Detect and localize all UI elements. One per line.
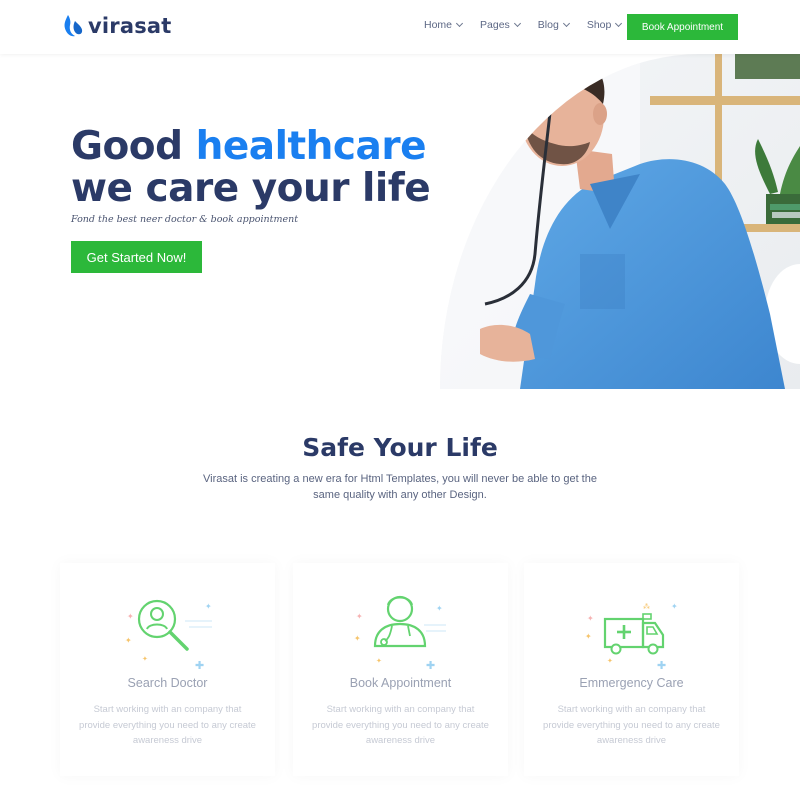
service-card-book-appointment[interactable]: ✦ ✦ ✦ ✚ ✦ Book Appointment Start working…: [293, 563, 508, 776]
card-title: Book Appointment: [349, 676, 452, 690]
svg-text:✦: ✦: [142, 655, 148, 663]
service-card-search-doctor[interactable]: ✦ ✦ ✦ ✚ ✦ Search Doctor Start working wi…: [60, 563, 275, 776]
chevron-down-icon: [513, 19, 521, 28]
svg-text:✚: ✚: [195, 660, 204, 671]
chevron-down-icon: [615, 19, 623, 28]
svg-text:✦: ✦: [354, 634, 361, 643]
service-card-emergency-care[interactable]: ⁂ ✦ ✦ ✦ ✚ ✦ Emmergency Care Start workin…: [524, 563, 739, 776]
card-description: Start working with an company that provi…: [79, 704, 256, 746]
ambulance-icon: ⁂ ✦ ✦ ✦ ✚ ✦: [585, 602, 678, 671]
hero-title-accent: healthcare: [195, 124, 427, 169]
svg-text:⁂: ⁂: [643, 603, 650, 611]
svg-text:✦: ✦: [125, 636, 132, 645]
logo[interactable]: virasat: [62, 13, 172, 39]
svg-text:✦: ✦: [607, 657, 613, 665]
section-description: Virasat is creating a new era for Html T…: [203, 473, 597, 501]
svg-text:✦: ✦: [671, 602, 678, 611]
card-description: Start working with an company that provi…: [312, 704, 489, 746]
svg-text:✦: ✦: [436, 604, 443, 613]
hero-subtitle: Fond the best neer doctor & book appoint…: [71, 214, 299, 225]
nav-item-label: Home: [424, 19, 453, 31]
svg-text:✦: ✦: [205, 602, 212, 611]
section-title: Safe Your Life: [302, 433, 498, 462]
card-title: Search Doctor: [127, 676, 208, 690]
logo-text: virasat: [88, 14, 172, 38]
service-cards: ✦ ✦ ✦ ✚ ✦ Search Doctor Start working wi…: [60, 563, 740, 776]
nav-item-pages[interactable]: Pages: [480, 19, 521, 31]
site-header: virasat Home Pages Blog Shop Book Appoin…: [0, 0, 800, 54]
hero-doctor-image: [440, 54, 800, 389]
chevron-down-icon: [562, 19, 570, 28]
main-nav: Home Pages Blog Shop: [424, 19, 623, 31]
nav-item-label: Blog: [537, 19, 559, 31]
chevron-down-icon: [455, 19, 464, 28]
doctor-icon: ✦ ✦ ✦ ✚ ✦: [354, 595, 446, 671]
svg-text:✚: ✚: [426, 660, 435, 671]
doctor-illustration: [440, 54, 800, 389]
nav-item-blog[interactable]: Blog: [537, 19, 570, 31]
card-title: Emmergency Care: [579, 676, 684, 690]
get-started-button[interactable]: Get Started Now!: [71, 241, 202, 273]
svg-text:✦: ✦: [356, 612, 363, 621]
book-appointment-button[interactable]: Book Appointment: [627, 14, 738, 40]
hero-title-line2: we care your life: [71, 166, 431, 211]
svg-text:✦: ✦: [127, 612, 134, 621]
nav-item-label: Shop: [586, 19, 612, 31]
svg-text:✦: ✦: [585, 632, 592, 641]
nav-item-home[interactable]: Home: [424, 19, 464, 31]
hero-section: Good healthcare we care your life Fond t…: [0, 54, 800, 389]
hero-title-part1: Good: [71, 124, 196, 169]
nav-item-shop[interactable]: Shop: [586, 19, 623, 31]
svg-text:✦: ✦: [376, 657, 382, 665]
nav-item-label: Pages: [480, 19, 510, 31]
svg-text:✦: ✦: [587, 614, 594, 623]
card-description: Start working with an company that provi…: [543, 704, 720, 746]
hero-title: Good healthcare we care your life: [71, 124, 431, 211]
search-doctor-icon: ✦ ✦ ✦ ✚ ✦: [125, 599, 212, 671]
flame-logo-icon: [64, 15, 83, 37]
svg-text:✚: ✚: [657, 660, 666, 671]
